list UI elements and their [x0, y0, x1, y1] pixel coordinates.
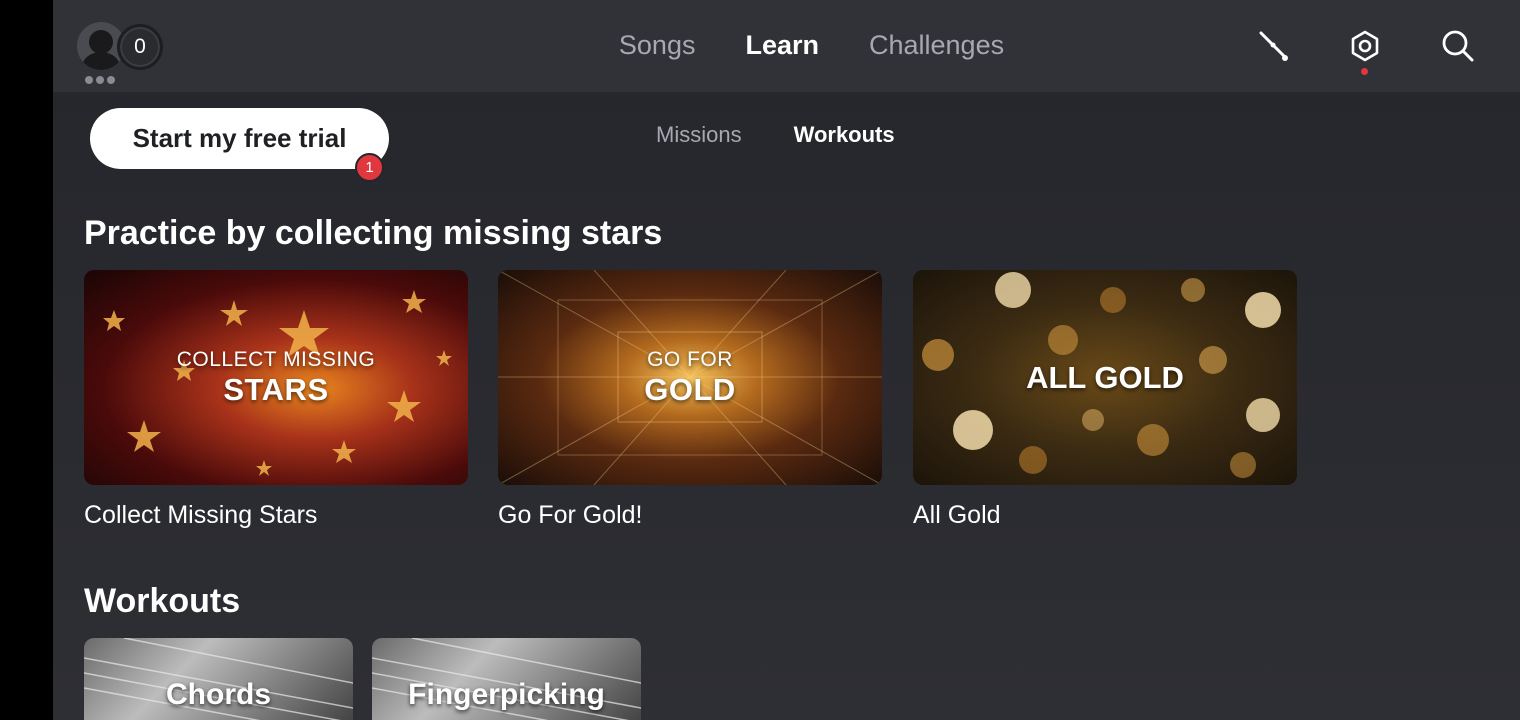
go-for-gold-label[interactable]: Go For Gold!: [498, 501, 643, 530]
tab-missions[interactable]: Missions: [656, 122, 742, 148]
trial-notification-badge: 1: [355, 153, 384, 182]
collect-missing-stars-label[interactable]: Collect Missing Stars: [84, 501, 317, 530]
settings-icon[interactable]: [1347, 28, 1383, 75]
workout-label-chords: Chords: [166, 678, 271, 711]
all-gold-card[interactable]: ALL GOLD: [913, 270, 1297, 485]
top-bar: 0 Songs Learn Challenges: [53, 0, 1520, 92]
gold-art-small: GO FOR: [647, 347, 733, 371]
stars-art-big: STARS: [223, 371, 329, 407]
allgold-art-big: ALL GOLD: [1026, 359, 1184, 395]
tab-workouts[interactable]: Workouts: [794, 122, 895, 148]
nav-learn[interactable]: Learn: [745, 30, 819, 63]
app-container: 0 Songs Learn Challenges Start my free t…: [53, 0, 1520, 720]
gold-card-art-text: GO FOR GOLD: [498, 270, 882, 485]
workout-card-fingerpicking[interactable]: Fingerpicking: [372, 638, 641, 720]
go-for-gold-card[interactable]: GO FOR GOLD: [498, 270, 882, 485]
stars-art-small: COLLECT MISSING: [176, 347, 376, 371]
trial-label: Start my free trial: [132, 123, 347, 153]
settings-notification-dot: [1361, 68, 1368, 75]
workouts-section-title: Workouts: [84, 582, 241, 620]
search-icon[interactable]: [1440, 28, 1476, 64]
main-nav: Songs Learn Challenges: [53, 0, 1520, 92]
workout-card-chords[interactable]: Chords: [84, 638, 353, 720]
left-edge-strip: [0, 0, 53, 720]
nav-challenges[interactable]: Challenges: [869, 30, 1004, 63]
tuner-icon[interactable]: [1256, 28, 1292, 64]
trial-badge-count: 1: [365, 159, 374, 176]
all-gold-label[interactable]: All Gold: [913, 501, 1001, 530]
start-free-trial-button[interactable]: Start my free trial: [90, 108, 389, 169]
collect-missing-stars-card[interactable]: COLLECT MISSING STARS: [84, 270, 468, 485]
stars-card-art-text: COLLECT MISSING STARS: [84, 270, 468, 485]
stars-section-title: Practice by collecting missing stars: [84, 214, 663, 252]
nav-songs[interactable]: Songs: [619, 30, 696, 63]
learn-subnav: Missions Workouts: [656, 122, 895, 148]
allgold-card-art-text: ALL GOLD: [913, 270, 1297, 485]
workout-label-fingerpicking: Fingerpicking: [408, 678, 605, 711]
gold-art-big: GOLD: [644, 371, 736, 407]
